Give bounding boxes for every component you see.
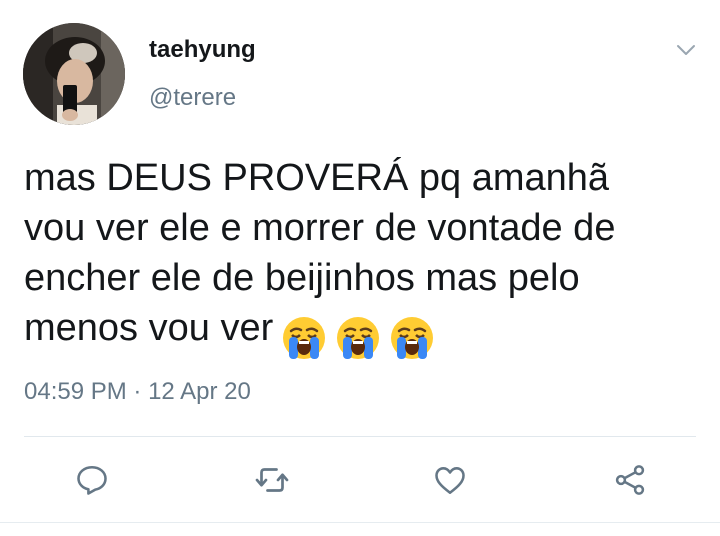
avatar[interactable] [23, 23, 125, 125]
loudly-crying-face-icon [389, 315, 435, 361]
chevron-down-icon[interactable] [674, 38, 698, 62]
loudly-crying-face-icon [335, 315, 381, 361]
like-button[interactable] [428, 458, 472, 502]
tweet-timestamp[interactable]: 04:59 PM · 12 Apr 20 [24, 378, 251, 406]
share-icon [615, 465, 645, 495]
timestamp-separator: · [133, 378, 142, 405]
retweet-icon [255, 468, 289, 492]
heart-icon [435, 467, 465, 495]
avatar-image [23, 23, 125, 125]
tweet-text-line: vou ver ele e morrer de vontade de [24, 207, 616, 249]
reply-button[interactable] [70, 458, 114, 502]
tweet-date: 12 Apr 20 [148, 378, 251, 405]
retweet-button[interactable] [250, 458, 294, 502]
tweet-time: 04:59 PM [24, 378, 127, 405]
display-name[interactable]: taehyung [149, 36, 256, 64]
user-handle[interactable]: @terere [149, 84, 236, 112]
share-button[interactable] [608, 458, 652, 502]
divider [24, 436, 696, 437]
tweet-actions [0, 458, 720, 502]
bottom-divider [0, 522, 720, 523]
loudly-crying-face-icon [281, 315, 327, 361]
tweet-text-line: encher ele de beijinhos mas pelo [24, 257, 580, 299]
tweet-text-line: menos vou ver [24, 307, 274, 349]
tweet-text: mas DEUS PROVERÁ pq amanhã vou ver ele e … [24, 153, 704, 361]
reply-icon [77, 465, 107, 495]
tweet-text-line: mas DEUS PROVERÁ pq amanhã [24, 157, 610, 199]
emoji-group [273, 311, 435, 361]
